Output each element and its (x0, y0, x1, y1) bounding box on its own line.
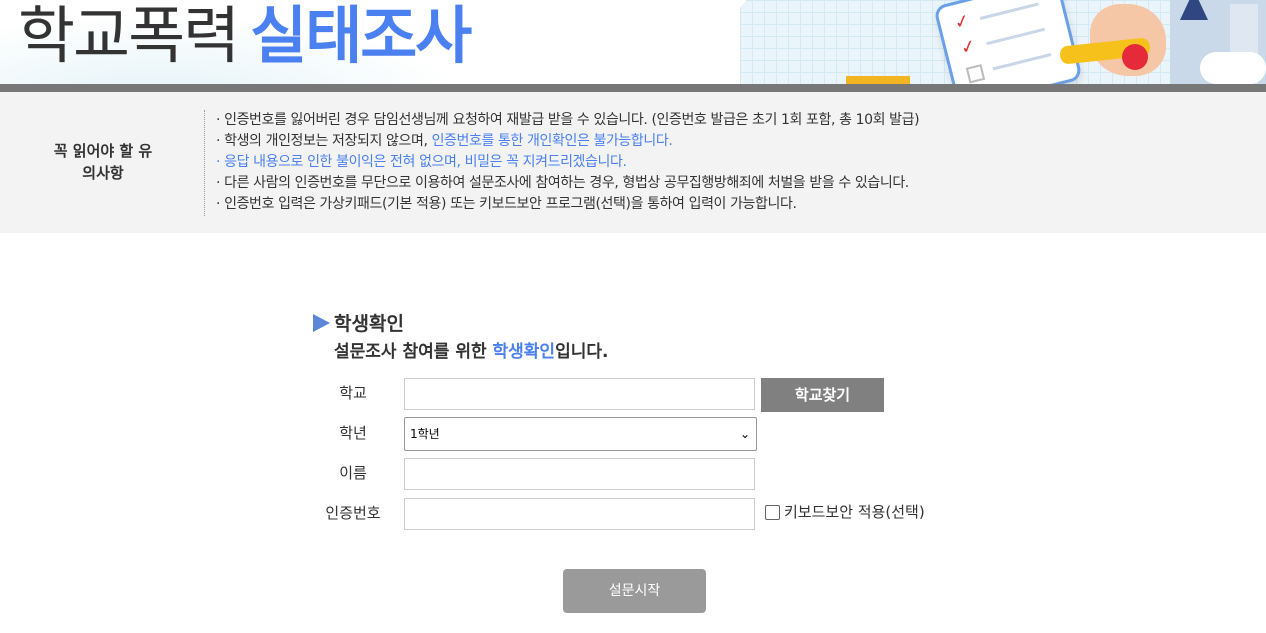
notice-item: · 학생의 개인정보는 저장되지 않으며, 인증번호를 통한 개인확인은 불가능… (216, 133, 673, 149)
notice-label: 꼭 읽어야 할 유 의사항 (53, 142, 153, 182)
school-input[interactable] (404, 378, 755, 410)
cloud-illustration (1200, 52, 1266, 84)
notice-item: · 다른 사람의 인증번호를 무단으로 이용하여 설문조사에 참여하는 경우, … (216, 175, 909, 191)
checkbox-icon (965, 64, 986, 84)
notice-item: · 응답 내용으로 인한 불이익은 전혀 없으며, 비밀은 꼭 지켜드리겠습니다… (216, 154, 627, 170)
form-title: 학생확인 (334, 313, 404, 335)
page-title: 학교폭력 실태조사 (18, 0, 472, 78)
find-school-button[interactable]: 학교찾기 (761, 378, 884, 412)
keyboard-security-checkbox[interactable] (765, 505, 780, 520)
auth-code-label: 인증번호 (325, 504, 381, 522)
notice-list: · 인증번호를 잃어버린 경우 담임선생님께 요청하여 재발급 받을 수 있습니… (216, 110, 920, 215)
name-input[interactable] (404, 458, 755, 490)
notice-item: · 인증번호 입력은 가상키패드(기본 적용) 또는 키보드보안 프로그램(선택… (216, 196, 797, 212)
name-label: 이름 (339, 464, 367, 482)
header-divider (0, 84, 1266, 92)
keyboard-security-label[interactable]: 키보드보안 적용(선택) (784, 500, 925, 524)
header-banner: ✓ ✓ 학교폭력 실태조사 (0, 0, 1266, 84)
checkmark-icon: ✓ (958, 35, 979, 60)
start-survey-button[interactable]: 설문시작 (563, 569, 706, 613)
student-verification-form: 학생확인 설문조사 참여를 위한 학생확인입니다. 학교 학교찾기 학년 1학년… (313, 310, 973, 610)
page-title-part2: 실태조사 (250, 0, 472, 72)
auth-code-input[interactable] (404, 498, 755, 530)
form-subtitle: 설문조사 참여를 위한 학생확인입니다. (334, 342, 609, 362)
notice-separator (204, 110, 205, 216)
notice-panel: 꼭 읽어야 할 유 의사항 · 인증번호를 잃어버린 경우 담임선생님께 요청하… (0, 92, 1266, 233)
school-label: 학교 (339, 384, 367, 402)
notice-item: · 인증번호를 잃어버린 경우 담임선생님께 요청하여 재발급 받을 수 있습니… (216, 112, 920, 128)
checkmark-icon: ✓ (952, 9, 972, 34)
banner-decoration (846, 76, 910, 84)
triangle-right-icon (313, 314, 330, 332)
grade-label: 학년 (339, 424, 367, 442)
grade-select[interactable]: 1학년 ⌄ (404, 417, 757, 451)
grade-select-value: 1학년 (410, 427, 440, 441)
page-title-part1: 학교폭력 (18, 0, 240, 72)
chevron-down-icon: ⌄ (739, 427, 750, 441)
clipboard-illustration: ✓ ✓ (933, 0, 1083, 84)
